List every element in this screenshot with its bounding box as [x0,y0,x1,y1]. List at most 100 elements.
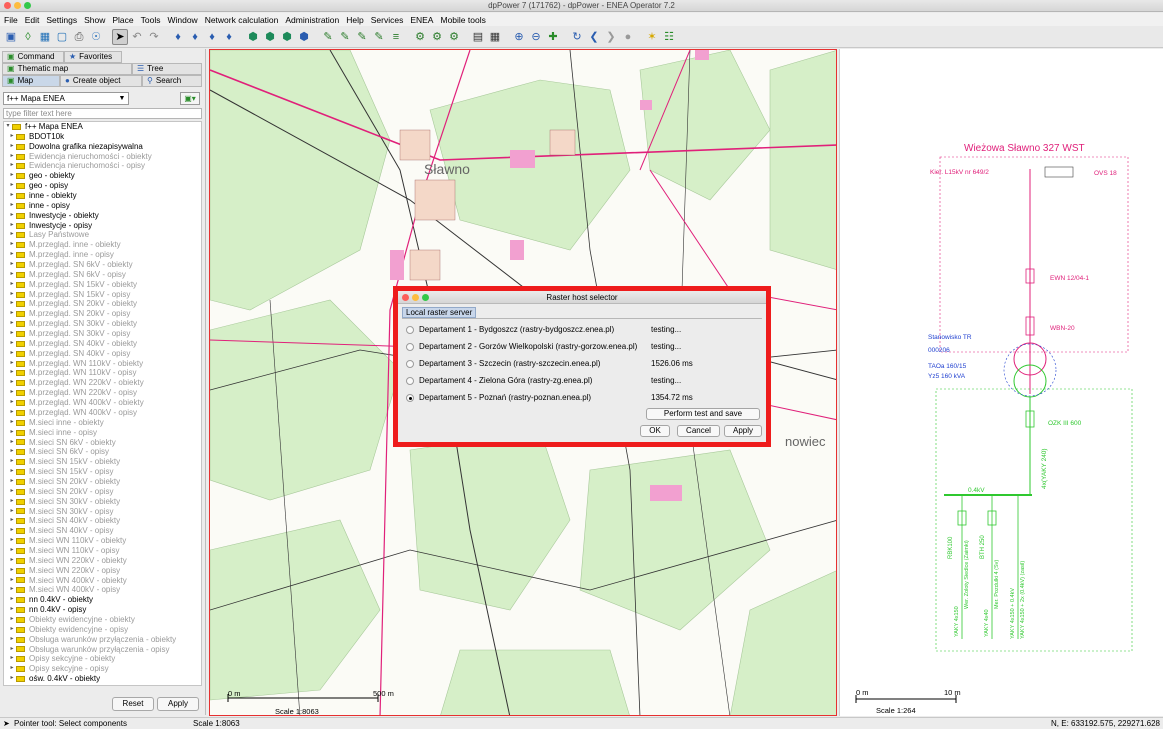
draw-line-icon[interactable]: ✎ [320,29,336,45]
pointer-tool-icon[interactable]: ➤ [112,28,128,45]
tree-item[interactable]: ▸ M.sieci WN 110kV - opisy [4,546,201,556]
tree-item[interactable]: ▸ M.sieci SN 15kV - opisy [4,467,201,477]
tree-item[interactable]: ▸ M.przegląd. WN 110kV - obiekty [4,359,201,369]
perform-test-button[interactable]: Perform test and save [646,408,760,420]
tree-item[interactable]: ▸ M.sieci WN 400kV - opisy [4,585,201,595]
window-icon[interactable]: ▢ [54,29,70,45]
department-row[interactable]: Departament 5 - Poznań (rastry-poznan.en… [406,392,758,404]
expand-arrow-icon[interactable]: ▸ [8,171,16,181]
globe-icon[interactable]: ☉ [88,29,104,45]
zoom-window-button[interactable] [24,2,31,9]
expand-arrow-icon[interactable]: ▸ [8,211,16,221]
expand-arrow-icon[interactable]: ▸ [8,664,16,674]
department-4-radio[interactable] [406,377,414,385]
expand-arrow-icon[interactable]: ▸ [8,161,16,171]
tree-item[interactable]: ▸ ośw. 0.4kV - obiekty [4,674,201,684]
filter-input[interactable]: type filter text here [3,108,202,119]
object-icon[interactable]: ⬢ [245,29,261,45]
tree-item[interactable]: ▸ M.przegląd. SN 20kV - obiekty [4,299,201,309]
refresh-icon[interactable]: ↻ [569,29,585,45]
reset-button[interactable]: Reset [112,697,154,711]
zoom-in-icon[interactable]: ⊕ [511,29,527,45]
expand-arrow-icon[interactable]: ▸ [8,201,16,211]
tree-item[interactable]: ▸ M.sieci inne - obiekty [4,418,201,428]
expand-icon[interactable]: ▾ [4,122,12,132]
tree-item[interactable]: ▸ M.sieci SN 40kV - opisy [4,526,201,536]
dialog-close-button[interactable] [402,294,409,301]
expand-arrow-icon[interactable]: ▸ [8,408,16,418]
tab-search[interactable]: ⚲ Search [142,75,202,87]
undo-icon[interactable]: ↶ [129,29,145,45]
menu-enea[interactable]: ENEA [410,15,433,25]
expand-arrow-icon[interactable]: ▸ [8,142,16,152]
tree-item[interactable]: ▸ inne - opisy [4,201,201,211]
lightbulb-icon[interactable]: ✶ [644,29,660,45]
expand-arrow-icon[interactable]: ▸ [8,438,16,448]
grid-icon[interactable]: ▦ [37,29,53,45]
tree-item[interactable]: ▸ M.sieci SN 15kV - obiekty [4,457,201,467]
tree-item[interactable]: ▸ Obsługa warunków przyłączenia - opisy [4,645,201,655]
expand-arrow-icon[interactable]: ▸ [8,329,16,339]
tab-command[interactable]: ▣ Command [2,51,64,63]
expand-arrow-icon[interactable]: ▸ [8,240,16,250]
tree-item[interactable]: ▸ M.przegląd. WN 400kV - opisy [4,408,201,418]
tree-item[interactable]: ▸ Opisy sekcyjne - obiekty [4,654,201,664]
tree-item[interactable]: ▸ Dowolna grafika niezapisywalna [4,142,201,152]
menu-window[interactable]: Window [167,15,197,25]
expand-arrow-icon[interactable]: ▸ [8,477,16,487]
redo-icon[interactable]: ↷ [146,29,162,45]
department-3-radio[interactable] [406,360,414,368]
measure-icon[interactable]: ▤ [470,29,486,45]
expand-arrow-icon[interactable]: ▸ [8,447,16,457]
expand-arrow-icon[interactable]: ▸ [8,605,16,615]
expand-arrow-icon[interactable]: ▸ [8,388,16,398]
forward-icon[interactable]: ❯ [603,29,619,45]
expand-arrow-icon[interactable]: ▸ [8,221,16,231]
expand-arrow-icon[interactable]: ▸ [8,132,16,142]
tree-item[interactable]: ▸ M.przegląd. SN 30kV - opisy [4,329,201,339]
menu-network-calculation[interactable]: Network calculation [205,15,279,25]
expand-arrow-icon[interactable]: ▸ [8,339,16,349]
menu-edit[interactable]: Edit [25,15,40,25]
expand-arrow-icon[interactable]: ▸ [8,299,16,309]
expand-arrow-icon[interactable]: ▸ [8,566,16,576]
tree-item[interactable]: ▸ M.przegląd. WN 220kV - opisy [4,388,201,398]
align-icon[interactable]: ≡ [388,29,404,45]
tree-item[interactable]: ▸ Obiekty ewidencyjne - obiekty [4,615,201,625]
department-row[interactable]: Departament 2 - Gorzów Wielkopolski (ras… [406,341,758,353]
tree-item[interactable]: ▸ M.sieci SN 20kV - obiekty [4,477,201,487]
network-icon[interactable]: ♦ [170,29,186,45]
tree-item[interactable]: ▸ Inwestycje - obiekty [4,211,201,221]
tree-item[interactable]: ▸ M.przegląd. WN 400kV - obiekty [4,398,201,408]
expand-arrow-icon[interactable]: ▸ [8,230,16,240]
tree-item[interactable]: ▸ M.przegląd. inne - obiekty [4,240,201,250]
tree-item[interactable]: ▸ Obsługa warunków przyłączenia - obiekty [4,635,201,645]
dialog-minimize-button[interactable] [412,294,419,301]
tree-item[interactable]: ▸ M.sieci WN 220kV - opisy [4,566,201,576]
network-icon-4[interactable]: ♦ [221,29,237,45]
expand-arrow-icon[interactable]: ▸ [8,280,16,290]
tree-item[interactable]: ▸ M.sieci SN 6kV - obiekty [4,438,201,448]
department-row[interactable]: Departament 1 - Bydgoszcz (rastry-bydgos… [406,324,758,336]
tree-item[interactable]: ▸ M.sieci SN 30kV - opisy [4,507,201,517]
tab-favorites[interactable]: ★ Favorites [64,51,122,63]
department-2-radio[interactable] [406,343,414,351]
cancel-button[interactable]: Cancel [677,425,720,437]
settings-icon-3[interactable]: ⚙ [446,29,462,45]
zoom-out-icon[interactable]: ⊖ [528,29,544,45]
tree-item[interactable]: ▸ M.sieci WN 220kV - obiekty [4,556,201,566]
expand-arrow-icon[interactable]: ▸ [8,181,16,191]
tree-item[interactable]: ▸ M.przegląd. SN 6kV - opisy [4,270,201,280]
tree-item[interactable]: ▸ M.sieci SN 30kV - obiekty [4,497,201,507]
tab-map[interactable]: ▣ Map [2,75,60,87]
department-row[interactable]: Departament 3 - Szczecin (rastry-szczeci… [406,358,758,370]
expand-arrow-icon[interactable]: ▸ [8,309,16,319]
draw-line-icon-2[interactable]: ✎ [337,29,353,45]
menu-tools[interactable]: Tools [141,15,161,25]
expand-arrow-icon[interactable]: ▸ [8,497,16,507]
tree-item[interactable]: ▸ geo - obiekty [4,171,201,181]
tree-item[interactable]: ▸ Obiekty ewidencyjne - opisy [4,625,201,635]
expand-arrow-icon[interactable]: ▸ [8,654,16,664]
expand-arrow-icon[interactable]: ▸ [8,290,16,300]
department-5-radio[interactable] [406,394,414,402]
